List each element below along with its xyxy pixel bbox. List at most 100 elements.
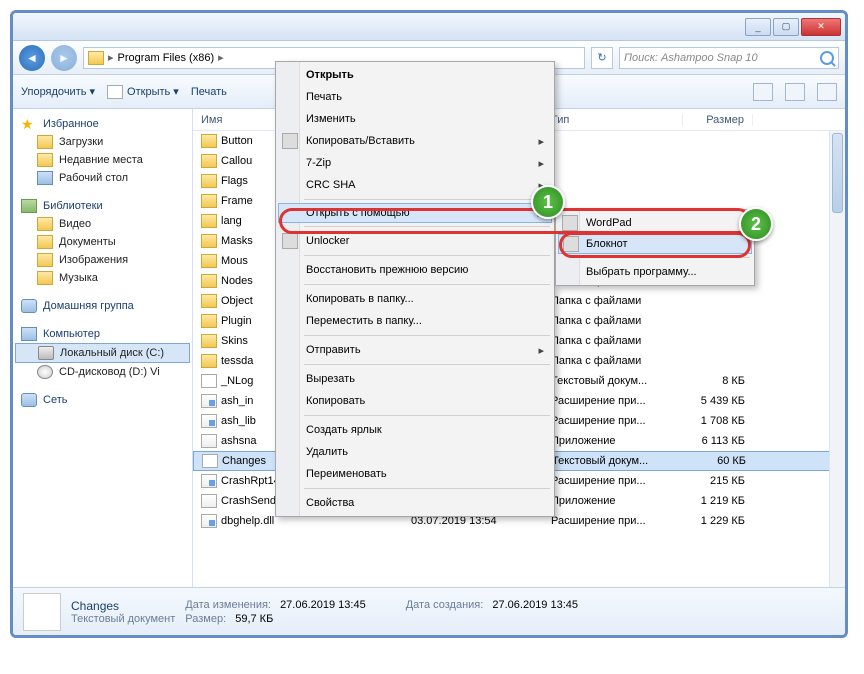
label-date-created: Дата создания: [406,599,490,611]
label-size: Размер: [185,613,232,625]
menu-item[interactable]: Печать [278,86,552,108]
folder-icon [37,135,53,149]
sidebar-item-local-disk[interactable]: Локальный диск (C:) [15,343,190,363]
menu-item[interactable]: Свойства [278,492,552,514]
sidebar-item-downloads[interactable]: Загрузки [15,133,190,151]
desktop-icon [37,171,53,185]
menu-item[interactable]: Копировать/Вставить▸ [278,130,552,152]
value-date-created: 27.06.2019 13:45 [492,599,578,611]
folder-icon [37,253,53,267]
exe-icon [201,494,217,508]
menu-item[interactable]: 7-Zip▸ [278,152,552,174]
folder-icon [37,217,53,231]
sidebar-computer[interactable]: Компьютер [15,325,190,343]
status-filetype: Текстовый документ [71,613,175,625]
menu-item[interactable]: Удалить [278,441,552,463]
sidebar-item-documents[interactable]: Документы [15,233,190,251]
file-icon [201,374,217,388]
homegroup-icon [21,299,37,313]
sidebar-network[interactable]: Сеть [15,391,190,409]
fld-icon [201,294,217,308]
print-button[interactable]: Печать [191,86,227,98]
fld-icon [201,274,217,288]
exe-icon [201,434,217,448]
fld-icon [201,174,217,188]
fld-icon [201,254,217,268]
search-placeholder: Поиск: Ashampoo Snap 10 [624,52,758,64]
open-button[interactable]: Открыть ▾ [107,85,179,99]
library-icon [21,199,37,213]
sidebar-item-cd[interactable]: CD-дисковод (D:) Vi [15,363,190,381]
scrollbar[interactable] [829,131,845,587]
menu-item[interactable]: Восстановить прежнюю версию [278,259,552,281]
fld-icon [201,354,217,368]
chevron-right-icon: ▸ [108,51,114,64]
sidebar: ★Избранное Загрузки Недавние места Рабоч… [13,109,193,587]
highlight-ring-1 [279,208,751,234]
menu-item[interactable]: Переименовать [278,463,552,485]
dll-icon [201,474,217,488]
fld-icon [201,134,217,148]
sidebar-item-video[interactable]: Видео [15,215,190,233]
fld-icon [201,214,217,228]
disk-icon [38,346,54,360]
submenu-item[interactable]: Выбрать программу... [558,261,752,283]
sidebar-homegroup[interactable]: Домашняя группа [15,297,190,315]
sidebar-item-pictures[interactable]: Изображения [15,251,190,269]
step-badge-1: 1 [531,185,565,219]
menu-item[interactable]: Копировать [278,390,552,412]
back-button[interactable]: ◄ [19,45,45,71]
highlight-ring-2 [559,232,751,258]
value-size: 59,7 КБ [235,613,273,625]
preview-pane-button[interactable] [785,83,805,101]
sidebar-favorites[interactable]: ★Избранное [15,115,190,133]
folder-icon [37,153,53,167]
close-button[interactable]: ✕ [801,18,841,36]
file-icon [202,454,218,468]
explorer-window: _ ▢ ✕ ◄ ► ▸ Program Files (x86) ▸ ↻ Поис… [10,10,848,638]
menu-item[interactable]: Изменить [278,108,552,130]
sidebar-libraries[interactable]: Библиотеки [15,197,190,215]
fld-icon [201,234,217,248]
fld-icon [201,194,217,208]
breadcrumb-segment[interactable]: Program Files (x86) [118,52,215,64]
help-button[interactable] [817,83,837,101]
menu-item[interactable]: Копировать в папку... [278,288,552,310]
minimize-button[interactable]: _ [745,18,771,36]
chevron-right-icon: ▸ [218,51,224,64]
scrollbar-thumb[interactable] [832,133,843,213]
file-icon [107,85,123,99]
col-type[interactable]: Тип [543,114,683,126]
menu-item[interactable]: Создать ярлык [278,419,552,441]
dll-icon [201,414,217,428]
fld-icon [201,314,217,328]
col-size[interactable]: Размер [683,114,753,126]
maximize-button[interactable]: ▢ [773,18,799,36]
menu-item[interactable]: Отправить▸ [278,339,552,361]
menu-item[interactable]: Открыть [278,64,552,86]
forward-button[interactable]: ► [51,45,77,71]
sidebar-item-music[interactable]: Музыка [15,269,190,287]
titlebar: _ ▢ ✕ [13,13,845,41]
network-icon [21,393,37,407]
organize-button[interactable]: Упорядочить ▾ [21,85,95,98]
label-date-modified: Дата изменения: [185,599,277,611]
search-input[interactable]: Поиск: Ashampoo Snap 10 [619,47,839,69]
search-icon [820,51,834,65]
folder-icon [88,51,104,65]
fld-icon [201,334,217,348]
refresh-button[interactable]: ↻ [591,47,613,69]
folder-icon [37,271,53,285]
cd-icon [37,365,53,379]
menu-item[interactable]: Переместить в папку... [278,310,552,332]
sidebar-item-recent[interactable]: Недавние места [15,151,190,169]
sidebar-item-desktop[interactable]: Рабочий стол [15,169,190,187]
status-filename: Changes [71,599,175,613]
view-button[interactable] [753,83,773,101]
statusbar: Changes Текстовый документ Дата изменени… [13,587,845,635]
dll-icon [201,394,217,408]
step-badge-2: 2 [739,207,773,241]
computer-icon [21,327,37,341]
menu-item[interactable]: CRC SHA▸ [278,174,552,196]
menu-item[interactable]: Вырезать [278,368,552,390]
